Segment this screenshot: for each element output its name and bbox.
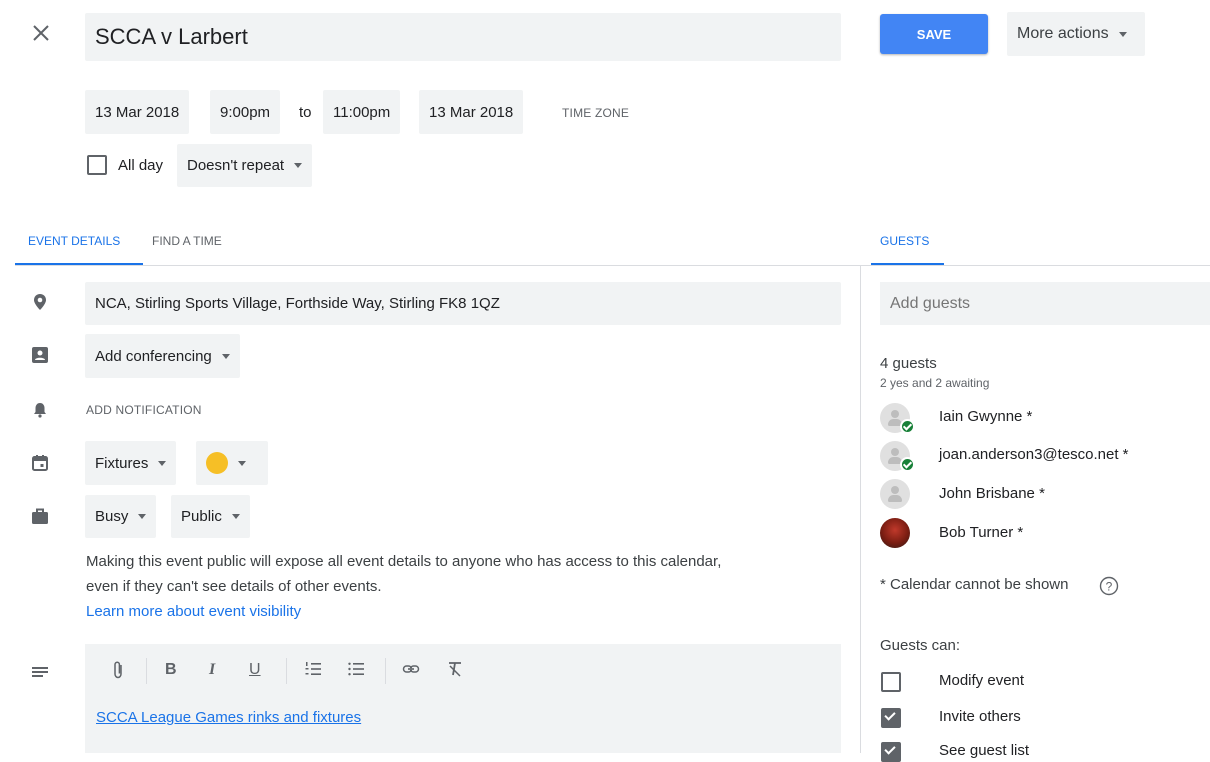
start-time-field[interactable]: 9:00pm <box>210 90 281 134</box>
visibility-note-line1: Making this event public will expose all… <box>86 553 722 570</box>
close-icon[interactable] <box>28 20 54 46</box>
chevron-down-icon <box>1118 31 1127 37</box>
conferencing-select[interactable]: Add conferencing <box>85 334 240 378</box>
visibility-note-line2: even if they can't see details of other … <box>86 578 382 595</box>
clear-formatting-icon[interactable] <box>446 660 464 684</box>
add-notification-button[interactable]: ADD NOTIFICATION <box>86 403 202 417</box>
accepted-check-icon <box>900 419 915 434</box>
avatar <box>880 479 910 509</box>
chevron-down-icon <box>294 163 303 168</box>
busy-select[interactable]: Busy <box>85 495 157 538</box>
chevron-down-icon <box>138 514 147 519</box>
avatar <box>880 403 915 434</box>
save-button[interactable]: SAVE <box>880 14 988 54</box>
guest-name[interactable]: John Brisbane * <box>939 485 1045 502</box>
repeat-label: Doesn't repeat <box>187 157 285 174</box>
toolbar-separator <box>146 658 147 684</box>
svg-text:?: ? <box>1106 580 1113 594</box>
tab-guests[interactable]: GUESTS <box>880 234 929 248</box>
visibility-select[interactable]: Public <box>171 495 250 538</box>
chevron-down-icon <box>231 514 240 519</box>
permission-label: Invite others <box>939 708 1021 725</box>
bold-icon[interactable]: B <box>165 660 177 680</box>
permission-label: See guest list <box>939 742 1030 759</box>
conferencing-icon <box>30 345 50 370</box>
calendar-select[interactable]: Fixtures <box>85 441 177 485</box>
more-actions-label: More actions <box>1017 25 1109 42</box>
visibility-label: Public <box>181 508 222 525</box>
guest-count: 4 guests <box>880 355 937 372</box>
calendar-icon <box>30 453 50 478</box>
guest-name[interactable]: Iain Gwynne * <box>939 408 1032 425</box>
time-zone-button[interactable]: TIME ZONE <box>562 106 629 120</box>
to-label: to <box>299 104 312 121</box>
color-swatch <box>206 452 228 474</box>
modify-event-checkbox[interactable] <box>881 672 901 692</box>
start-date-field[interactable]: 13 Mar 2018 <box>85 90 190 134</box>
add-guests-input[interactable] <box>880 282 1210 325</box>
guest-summary: 2 yes and 2 awaiting <box>880 376 990 390</box>
avatar <box>880 518 910 548</box>
tab-find-a-time[interactable]: FIND A TIME <box>152 234 222 248</box>
avatar <box>880 441 915 472</box>
tabs-divider <box>15 265 1210 266</box>
guest-name[interactable]: joan.anderson3@tesco.net * <box>939 446 1129 463</box>
event-title-input[interactable] <box>85 13 841 61</box>
busy-label: Busy <box>95 508 129 525</box>
all-day-checkbox[interactable] <box>87 155 107 175</box>
more-actions-button[interactable]: More actions <box>1007 12 1145 56</box>
briefcase-icon <box>30 506 50 531</box>
description-link[interactable]: SCCA League Games rinks and fixtures <box>96 709 361 726</box>
underline-icon[interactable]: U <box>249 660 261 680</box>
chevron-down-icon <box>158 460 167 466</box>
location-field[interactable]: NCA, Stirling Sports Village, Forthside … <box>85 282 841 325</box>
permissions-title: Guests can: <box>880 637 961 654</box>
invite-others-checkbox[interactable] <box>881 708 901 728</box>
description-icon <box>30 662 50 687</box>
attachment-icon[interactable] <box>110 660 126 686</box>
bell-icon <box>30 400 50 425</box>
see-guest-list-checkbox[interactable] <box>881 742 901 762</box>
toolbar-separator <box>286 658 287 684</box>
location-icon <box>30 292 50 317</box>
calendar-note: * Calendar cannot be shown <box>880 576 1069 593</box>
chevron-down-icon <box>238 460 246 466</box>
end-date-field[interactable]: 13 Mar 2018 <box>419 90 524 134</box>
toolbar-separator <box>385 658 386 684</box>
italic-icon[interactable]: I <box>209 660 215 680</box>
visibility-learn-more-link[interactable]: Learn more about event visibility <box>86 603 301 620</box>
repeat-select[interactable]: Doesn't repeat <box>177 144 313 187</box>
color-select[interactable] <box>196 441 268 485</box>
conferencing-label: Add conferencing <box>95 347 212 365</box>
column-divider <box>860 265 861 753</box>
link-icon[interactable] <box>402 660 420 684</box>
all-day-label: All day <box>118 157 164 174</box>
numbered-list-icon[interactable] <box>304 660 322 684</box>
help-icon[interactable]: ? <box>1099 576 1119 596</box>
calendar-label: Fixtures <box>95 454 149 472</box>
end-time-field[interactable]: 11:00pm <box>323 90 401 134</box>
chevron-down-icon <box>221 353 230 359</box>
permission-label: Modify event <box>939 672 1025 689</box>
bulleted-list-icon[interactable] <box>347 660 365 684</box>
guest-name[interactable]: Bob Turner * <box>939 524 1023 541</box>
tab-event-details[interactable]: EVENT DETAILS <box>28 234 120 248</box>
accepted-check-icon <box>900 457 915 472</box>
